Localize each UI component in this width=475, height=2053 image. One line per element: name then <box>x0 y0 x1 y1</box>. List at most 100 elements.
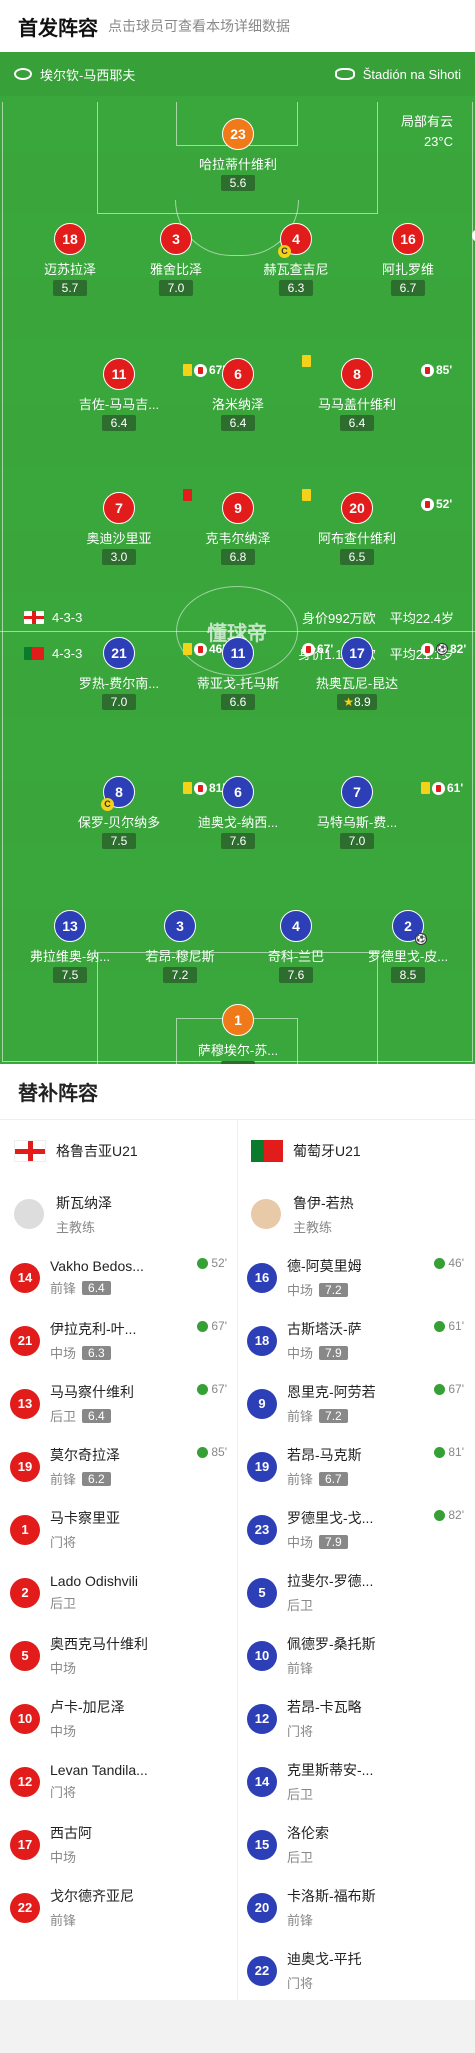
sub-name: 克里斯蒂安-... <box>287 1762 374 1778</box>
sub-player-row[interactable]: 12 Levan Tandila... 门将 <box>0 1750 237 1813</box>
player-rating: 5.7 <box>53 280 87 296</box>
home-team-name: 格鲁吉亚U21 <box>56 1143 138 1159</box>
sub-in-info: 67' <box>197 1382 227 1396</box>
home-player[interactable]: 20 52' 阿布查什维利 6.5 <box>292 492 452 566</box>
sub-rating: 6.3 <box>82 1345 111 1360</box>
player-name: 哈拉蒂什维利 <box>198 157 277 172</box>
sub-player-row[interactable]: 2 Lado Odishvili 后卫 <box>0 1561 237 1624</box>
sub-player-row[interactable]: 14 克里斯蒂安-... 后卫 <box>237 1750 474 1813</box>
player-number: 4C <box>278 223 312 258</box>
away-player[interactable]: 4 奇科-兰巴 7.6 <box>231 910 361 984</box>
player-name: 迪奥戈-纳西... <box>197 815 279 830</box>
sub-player-row[interactable]: 19 莫尔奇拉泽 前锋 6.2 85' <box>0 1435 237 1498</box>
lineup-hint: 点击球员可查看本场详细数据 <box>108 18 290 34</box>
sub-player-row[interactable]: 5 奥西克马什维利 中场 <box>0 1624 237 1687</box>
sub-player-row[interactable]: 9 恩里克-阿劳若 前锋 7.2 67' <box>237 1372 474 1435</box>
sub-minute: 85' <box>436 363 453 377</box>
away-subs-team: 葡萄牙U21 <box>237 1120 474 1182</box>
sub-player-row[interactable]: 10 佩德罗-桑托斯 前锋 <box>237 1624 474 1687</box>
away-coach-row[interactable]: 鲁伊-若热 主教练 <box>237 1182 474 1246</box>
sub-number: 5 <box>10 1640 40 1671</box>
player-number: 3 <box>160 223 192 255</box>
sub-player-row[interactable]: 12 若昂-卡瓦略 门将 <box>237 1687 474 1750</box>
sub-player-row[interactable]: 18 古斯塔沃-萨 中场 7.9 61' <box>237 1309 474 1372</box>
sub-player-row[interactable]: 22 戈尔德齐亚尼 前锋 <box>0 1876 237 1939</box>
player-name: 罗德里戈-皮... <box>367 949 449 964</box>
weather-info: 局部有云 23°C <box>401 112 453 152</box>
sub-player-row[interactable]: 21 伊拉克利-叶... 中场 6.3 67' <box>0 1309 237 1372</box>
sub-player-row[interactable]: 22 迪奥戈-平托 门将 <box>237 1939 474 2002</box>
player-number: 9 <box>222 489 311 524</box>
sub-player-row[interactable]: 16 德-阿莫里姆 中场 7.2 46' <box>237 1246 474 1309</box>
away-coach-role: 主教练 <box>293 1219 333 1235</box>
sub-player-row[interactable]: 19 若昂-马克斯 前锋 6.7 81' <box>237 1435 474 1498</box>
sub-number: 2 <box>10 1577 40 1608</box>
player-name: 罗热-费尔南... <box>78 676 160 691</box>
player-number: 8 C 81' <box>101 776 225 811</box>
player-rating: 7.6 <box>279 967 313 983</box>
sub-name: 伊拉克利-叶... <box>50 1321 137 1337</box>
sub-player-row[interactable]: 10 卢卡-加尼泽 中场 <box>0 1687 237 1750</box>
away-player[interactable]: 8 C 81' 保罗-贝尔纳多 7.5 <box>54 776 225 850</box>
sub-player-row[interactable]: 5 拉斐尔-罗德... 后卫 <box>237 1561 474 1624</box>
home-player[interactable]: 8 85' 马马盖什维利 6.4 <box>292 358 452 432</box>
sub-minute: 52' <box>436 497 453 511</box>
sub-player-row[interactable]: 23 罗德里戈-戈... 中场 7.9 82' <box>237 1498 474 1561</box>
sub-number: 19 <box>10 1451 40 1482</box>
sub-player-row[interactable]: 20 卡洛斯-福布斯 前锋 <box>237 1876 474 1939</box>
home-player[interactable]: 6 洛米纳泽 6.4 <box>173 355 311 432</box>
player-name: 阿扎罗维 <box>381 262 434 277</box>
yellow-card-icon <box>421 782 430 794</box>
away-player[interactable]: 2 ⚽ 罗德里戈-皮... 8.5 <box>343 910 473 984</box>
home-player[interactable]: 7 奥迪沙里亚 3.0 <box>54 489 192 566</box>
sub-number: 18 <box>247 1325 277 1356</box>
home-player[interactable]: 1667' 阿扎罗维 6.7 <box>343 223 475 297</box>
home-formation: 4-3-3 <box>52 610 83 625</box>
player-name: 克韦尔纳泽 <box>205 531 271 546</box>
sub-number: 10 <box>247 1640 277 1671</box>
sub-number: 14 <box>10 1262 40 1293</box>
home-player[interactable]: 11 67' 吉佐-马马吉... 6.4 <box>54 358 225 432</box>
player-name: 保罗-贝尔纳多 <box>77 815 161 830</box>
sub-in-icon <box>434 1446 446 1458</box>
sub-position: 前锋 <box>50 1472 77 1487</box>
sub-out-icon <box>432 781 445 795</box>
away-player[interactable]: 3 若昂-穆尼斯 7.2 <box>115 910 245 984</box>
sub-name: 莫尔奇拉泽 <box>50 1447 120 1463</box>
sub-name: 古斯塔沃-萨 <box>287 1321 362 1337</box>
home-player[interactable]: 4 C 赫瓦查吉尼 6.3 <box>231 223 361 297</box>
player-rating: 6.4 <box>221 415 255 431</box>
away-player[interactable]: 21 46' 罗热-费尔南... 7.0 <box>54 637 225 711</box>
sub-position: 前锋 <box>50 1281 77 1296</box>
sub-name: Vakho Bedos... <box>50 1258 144 1274</box>
away-player[interactable]: 17 ⚽ 82' 热奥瓦尼-昆达 ★8.9 <box>292 637 466 711</box>
sub-player-row[interactable]: 1 马卡察里亚 门将 <box>0 1498 237 1561</box>
away-player[interactable]: 11 67' 蒂亚戈-托马斯 6.6 <box>173 637 333 711</box>
player-name: 蒂亚戈-托马斯 <box>196 676 280 691</box>
away-player[interactable]: 6 迪奥戈-纳西... 7.6 <box>173 776 303 850</box>
away-player[interactable]: 1 萨穆埃尔-苏... 7.2 <box>173 1004 303 1064</box>
home-coach: 埃尔钦-马西耶夫 <box>40 67 136 83</box>
pitch: 懂球帝 埃尔钦-马西耶夫 Štadión na Sihoti 局部有云 23°C… <box>0 52 475 1064</box>
player-rating: 7.5 <box>53 967 87 983</box>
player-rating: 7.6 <box>221 833 255 849</box>
player-number: 11 67' <box>103 358 225 390</box>
home-player[interactable]: 23 哈拉蒂什维利 5.6 <box>173 118 303 192</box>
player-number: 7 61' <box>341 776 463 808</box>
away-player[interactable]: 7 61' 马特乌斯-费... 7.0 <box>292 776 463 850</box>
player-number: 18 <box>54 223 86 255</box>
player-name: 吉佐-马马吉... <box>78 397 160 412</box>
sub-number: 10 <box>10 1703 40 1734</box>
player-number: 3 <box>164 910 196 942</box>
home-player[interactable]: 9 克韦尔纳泽 6.8 <box>173 489 311 566</box>
sub-rating: 6.4 <box>82 1408 111 1423</box>
sub-player-row[interactable]: 13 马马察什维利 后卫 6.4 67' <box>0 1372 237 1435</box>
stadium-name: Štadión na Sihoti <box>362 66 461 82</box>
sub-player-row[interactable]: 17 西古阿 中场 <box>0 1813 237 1876</box>
sub-player-row[interactable]: 15 洛伦索 后卫 <box>237 1813 474 1876</box>
home-player[interactable]: 3 雅舍比泽 7.0 <box>111 223 241 297</box>
sub-in-icon <box>197 1446 209 1458</box>
sub-player-row[interactable]: 14 Vakho Bedos... 前锋 6.4 52' <box>0 1246 237 1309</box>
sub-position: 前锋 <box>287 1472 314 1487</box>
home-coach-row[interactable]: 斯瓦纳泽 主教练 <box>0 1182 237 1246</box>
